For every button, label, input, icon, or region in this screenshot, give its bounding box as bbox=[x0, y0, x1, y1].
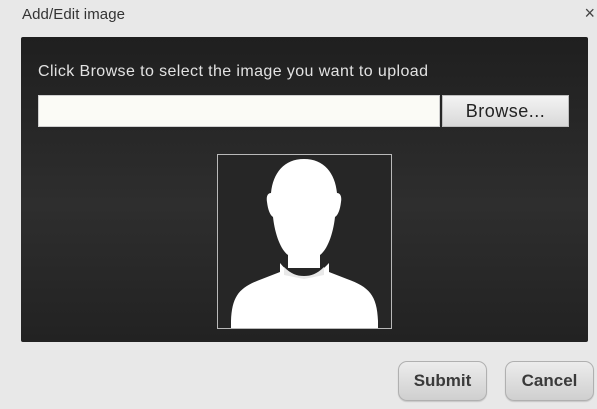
upload-panel: Click Browse to select the image you wan… bbox=[21, 37, 588, 342]
add-edit-image-dialog: Add/Edit image × Click Browse to select … bbox=[0, 0, 597, 409]
close-icon[interactable]: × bbox=[584, 3, 595, 23]
browse-button[interactable]: Browse... bbox=[442, 95, 569, 127]
file-path-input[interactable] bbox=[38, 95, 440, 127]
upload-instructions: Click Browse to select the image you wan… bbox=[38, 63, 429, 80]
submit-button[interactable]: Submit bbox=[398, 361, 487, 401]
cancel-button[interactable]: Cancel bbox=[505, 361, 594, 401]
dialog-titlebar: Add/Edit image × bbox=[0, 0, 597, 30]
dialog-title: Add/Edit image bbox=[22, 6, 126, 23]
image-preview bbox=[217, 154, 392, 329]
person-silhouette-icon bbox=[231, 159, 378, 328]
